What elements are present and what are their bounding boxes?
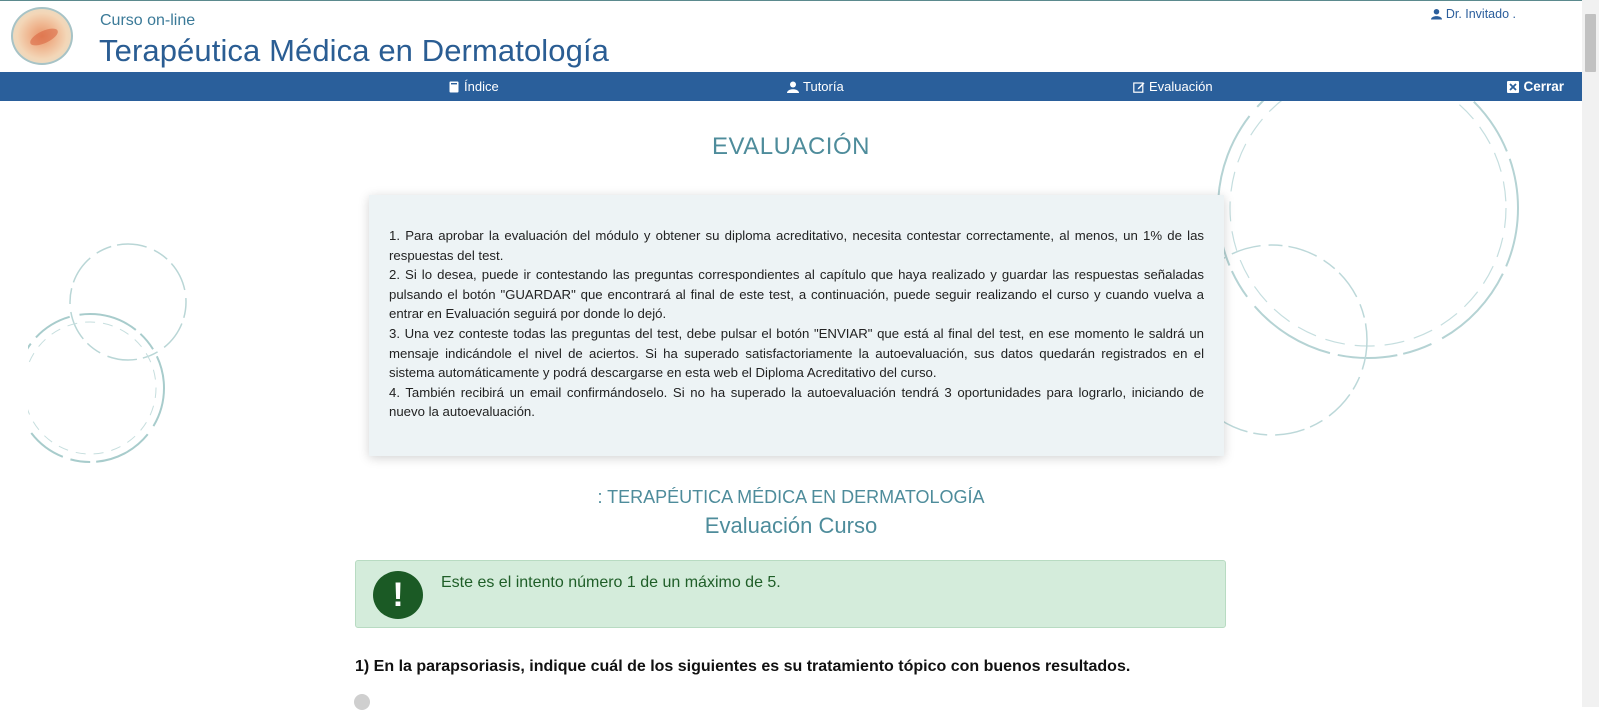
user-name: Dr. Invitado . (1445, 7, 1516, 21)
course-logo[interactable] (11, 7, 73, 65)
header-subtitle: Curso on-line (100, 12, 196, 29)
scrollbar-thumb[interactable] (1585, 14, 1596, 72)
scrollbar-track[interactable] (1582, 0, 1599, 707)
main-navbar: Índice Tutoría Evaluación Cerrar (0, 72, 1582, 101)
nav-evaluacion[interactable]: Evaluación (1133, 72, 1213, 101)
course-subtitle: Evaluación Curso (704, 513, 878, 538)
book-icon (449, 81, 459, 92)
user-menu[interactable]: Dr. Invitado . (1430, 7, 1516, 21)
nav-evaluacion-label: Evaluación (1149, 79, 1213, 94)
instruction-4: 4. También recibirá un email confirmándo… (389, 384, 1204, 420)
instruction-3: 3. Una vez conteste todas las preguntas … (389, 325, 1204, 381)
header: Curso on-line Terapéutica Médica en Derm… (0, 1, 1582, 72)
attempt-alert: ! Este es el intento número 1 de un máxi… (355, 560, 1226, 628)
instruction-2: 2. Si lo desea, puede ir contestando las… (389, 267, 1204, 322)
close-icon (1507, 80, 1520, 93)
nav-cerrar-label: Cerrar (1523, 79, 1564, 94)
instruction-1: 1. Para aprobar la evaluación del módulo… (389, 228, 1204, 263)
nav-tutoria-label: Tutoría (803, 79, 844, 94)
instructions-box: 1. Para aprobar la evaluación del módulo… (369, 195, 1224, 456)
user-icon (1430, 8, 1442, 20)
tutor-icon (787, 81, 799, 93)
nav-indice-label: Índice (464, 79, 499, 94)
edit-icon (1133, 81, 1145, 93)
page-heading: EVALUACIÓN (712, 133, 870, 160)
nav-indice[interactable]: Índice (448, 72, 499, 101)
header-title[interactable]: Terapéutica Médica en Dermatología (99, 33, 609, 69)
attempt-alert-text: Este es el intento número 1 de un máximo… (441, 574, 781, 591)
question-1: 1) En la parapsoriasis, indique cuál de … (355, 658, 1131, 675)
answer-radio[interactable] (354, 694, 370, 710)
course-title: : TERAPÉUTICA MÉDICA EN DERMATOLOGÍA (597, 487, 985, 507)
nav-cerrar[interactable]: Cerrar (1507, 72, 1564, 101)
decorative-circles-left (28, 243, 187, 463)
exclamation-icon: ! (373, 571, 423, 619)
nav-tutoria[interactable]: Tutoría (787, 72, 844, 101)
